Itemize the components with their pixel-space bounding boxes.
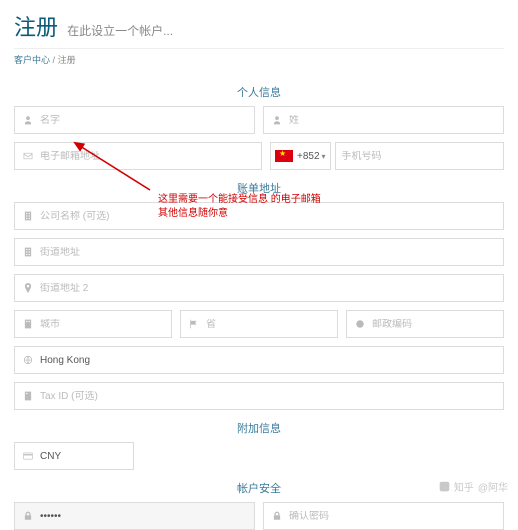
badge-icon [353,319,367,329]
breadcrumb-sep: / [53,55,56,65]
confirm-password-input[interactable] [289,511,497,522]
flag-icon [275,150,293,162]
taxid-field[interactable] [14,382,504,410]
first-name-field[interactable] [14,106,255,134]
postcode-field[interactable] [346,310,504,338]
section-personal-title: 个人信息 [14,84,504,100]
user-icon [270,115,284,125]
taxid-input[interactable] [40,391,497,402]
building-icon [21,391,35,401]
building-icon [21,247,35,257]
breadcrumb: 客户中心 / 注册 [14,48,504,74]
address1-field[interactable] [14,238,504,266]
caret-down-icon: ▾ [322,152,326,161]
user-icon [21,115,35,125]
section-billing-title: 账单地址 [14,180,504,196]
last-name-input[interactable] [289,115,497,126]
password-field[interactable] [14,502,255,530]
dialcode-value: +852 [297,151,320,162]
card-icon [21,451,35,461]
watermark-site: 知乎 [454,479,474,494]
page-header: 注册 在此设立一个帐户... [14,10,504,42]
confirm-password-field[interactable] [263,502,504,530]
last-name-field[interactable] [263,106,504,134]
phone-input[interactable] [342,151,497,162]
watermark-author: @阿华 [478,479,508,494]
province-input[interactable] [206,319,331,330]
watermark: 知乎 @阿华 [439,479,508,494]
breadcrumb-home[interactable]: 客户中心 [14,55,50,65]
country-value[interactable] [40,355,497,366]
province-field[interactable] [180,310,338,338]
phone-field[interactable] [335,142,504,170]
email-input[interactable] [40,151,255,162]
envelope-icon [21,151,35,161]
postcode-input[interactable] [372,319,497,330]
country-field[interactable] [14,346,504,374]
section-additional-title: 附加信息 [14,420,504,436]
pin-icon [21,283,35,293]
dialcode-select[interactable]: +852 ▾ [270,142,331,170]
currency-field[interactable] [14,442,134,470]
building-icon [21,211,35,221]
page-subtitle: 在此设立一个帐户... [67,24,173,38]
lock-icon [270,511,284,521]
zhihu-icon [439,481,450,492]
building-icon [21,319,35,329]
page-title: 注册 [14,10,58,42]
breadcrumb-current: 注册 [58,55,76,65]
first-name-input[interactable] [40,115,248,126]
address1-input[interactable] [40,247,497,258]
password-input[interactable] [40,511,248,522]
city-input[interactable] [40,319,165,330]
city-field[interactable] [14,310,172,338]
currency-value[interactable] [40,451,127,462]
address2-input[interactable] [40,283,497,294]
company-field[interactable] [14,202,504,230]
company-input[interactable] [40,211,497,222]
section-security-title: 帐户安全 [14,480,504,496]
globe-icon [21,355,35,365]
flag-icon [187,319,201,329]
address2-field[interactable] [14,274,504,302]
lock-icon [21,511,35,521]
email-field[interactable] [14,142,262,170]
